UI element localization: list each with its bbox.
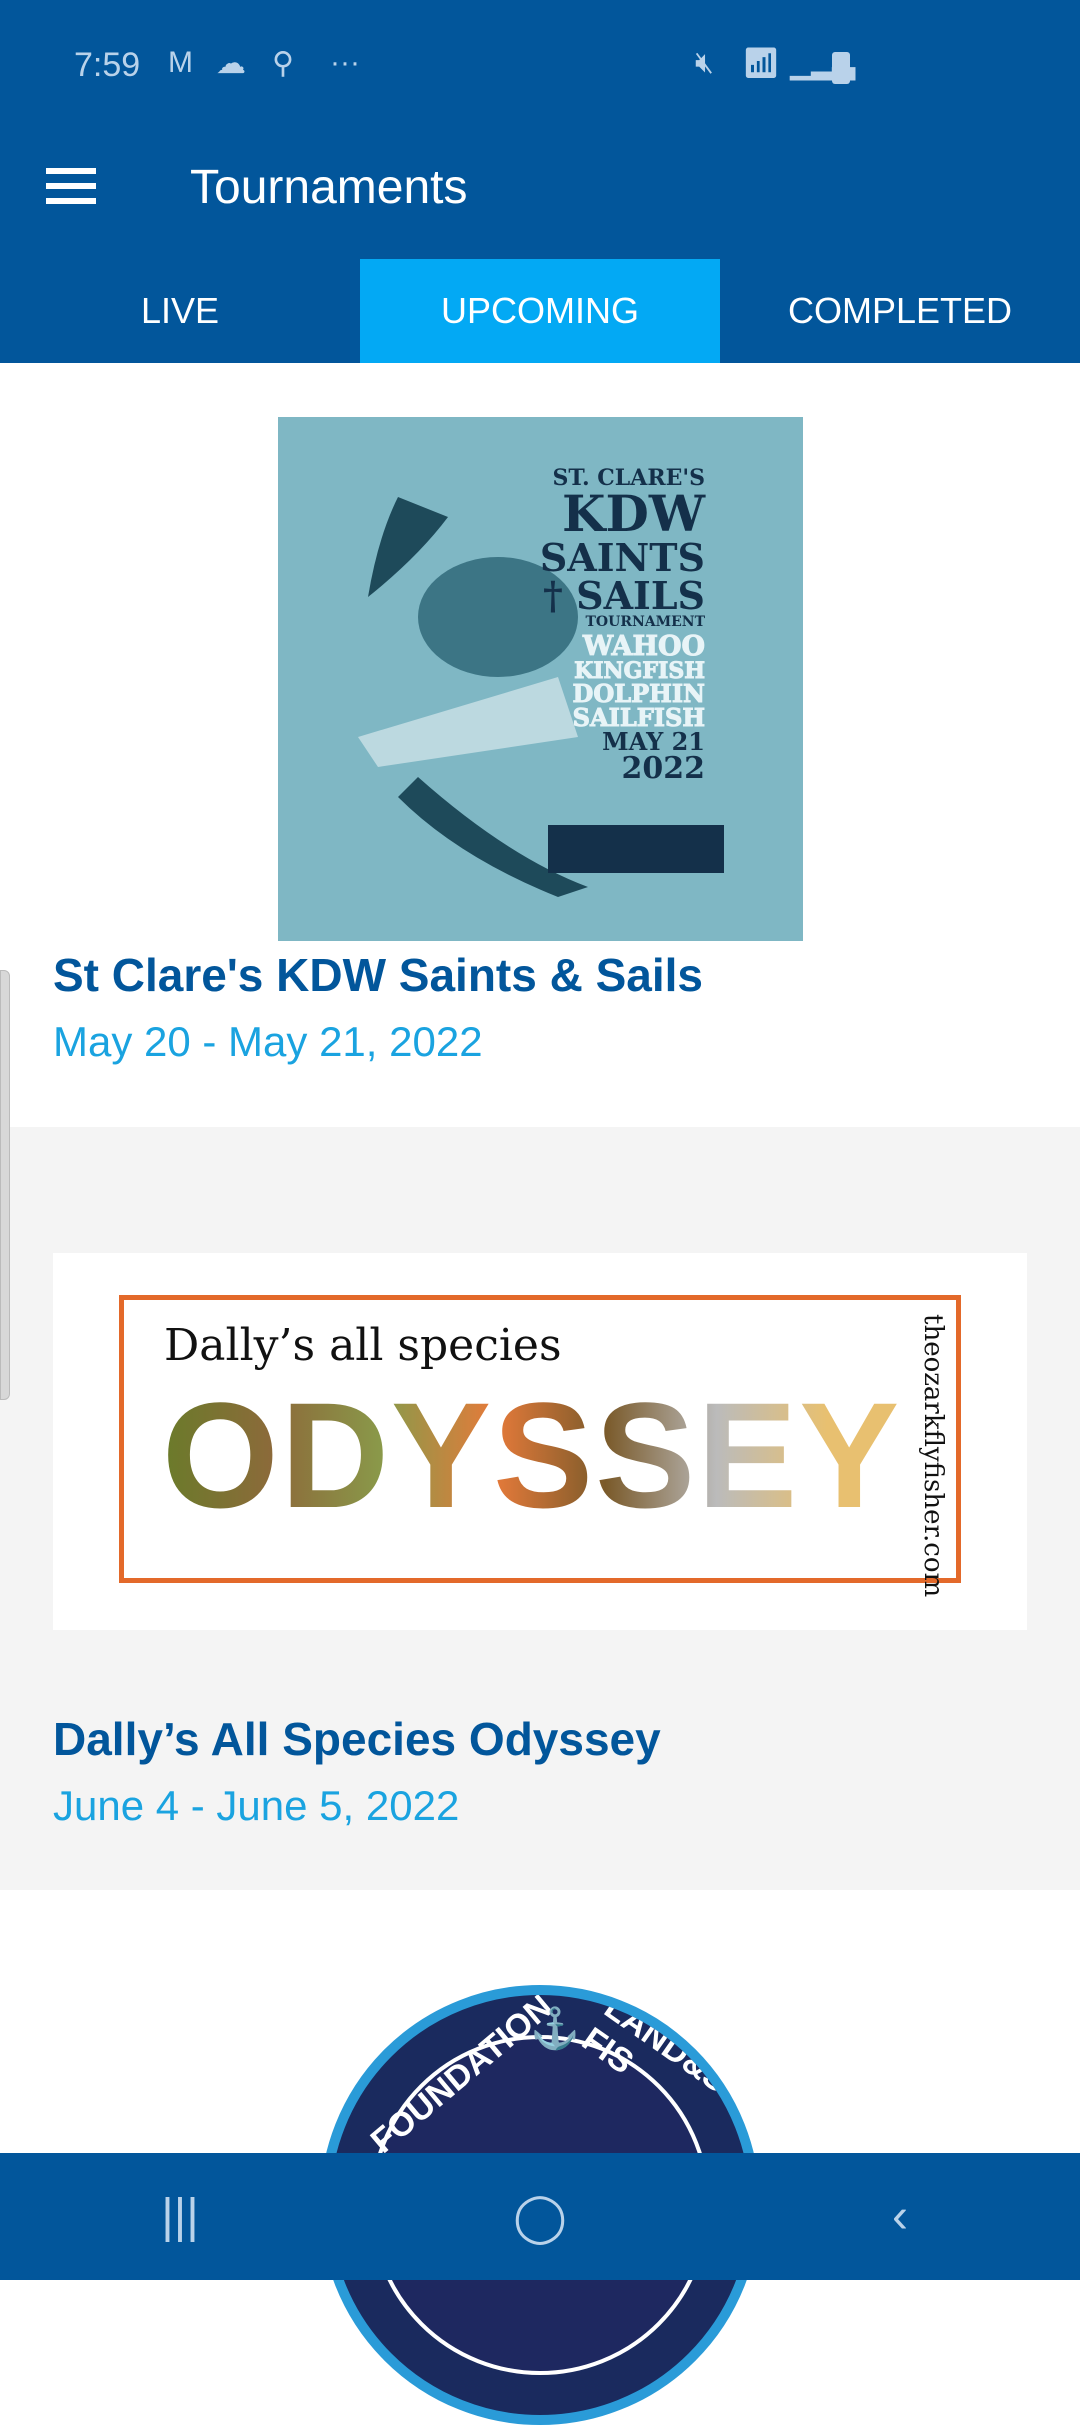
system-nav-bar: ||| ◯ ‹ [0, 2153, 1080, 2280]
tournament-card[interactable]: Dally’s all species ODYSSEY theozarkflyf… [0, 1127, 1080, 1890]
home-button[interactable]: ◯ [440, 2189, 640, 2245]
gmail-icon: M [168, 46, 193, 79]
tab-upcoming[interactable]: UPCOMING [360, 259, 720, 363]
tab-bar: LIVE UPCOMING COMPLETED [0, 259, 1080, 363]
back-button[interactable]: ‹ [800, 2189, 1000, 2244]
anchor-icon: ⚓ [530, 2007, 580, 2051]
page-title: Tournaments [190, 161, 468, 214]
hamburger-icon[interactable] [46, 168, 96, 204]
more-icon: ··· [330, 46, 360, 79]
poster-text: ST. CLARE'S KDW SAINTS † SAILS TOURNAMEN… [539, 465, 706, 786]
edge-panel-handle[interactable] [0, 970, 10, 1400]
status-bar: 7:59 M ☁ ⚲ ··· 🔇︎ 📶︎ ▁▂▃ [0, 42, 1080, 92]
recent-apps-button[interactable]: ||| [80, 2189, 280, 2244]
tournament-dates: May 20 - May 21, 2022 [53, 1018, 483, 1065]
tab-completed[interactable]: COMPLETED [720, 259, 1080, 363]
tab-live[interactable]: LIVE [0, 259, 360, 363]
odyssey-banner: Dally’s all species ODYSSEY theozarkflyf… [119, 1295, 961, 1597]
status-time: 7:59 [74, 46, 141, 84]
tournament-title: St Clare's KDW Saints & Sails [53, 949, 704, 1001]
app-bar: 7:59 M ☁ ⚲ ··· 🔇︎ 📶︎ ▁▂▃ Tournaments LIV… [0, 0, 1080, 363]
mute-icon: 🔇︎ [695, 46, 714, 79]
location-icon: ⚲ [272, 47, 294, 80]
tournament-title: Dally’s All Species Odyssey [53, 1713, 661, 1765]
tournament-poster: ST. CLARE'S KDW SAINTS † SAILS TOURNAMEN… [278, 417, 803, 941]
battery-icon [832, 52, 850, 84]
cloud-icon: ☁ [216, 47, 246, 80]
wifi-icon: 📶︎ [742, 47, 781, 80]
poster-bar [548, 825, 724, 873]
tournament-card[interactable]: ST. CLARE'S KDW SAINTS † SAILS TOURNAMEN… [0, 363, 1080, 1127]
tournament-poster: Dally’s all species ODYSSEY theozarkflyf… [53, 1253, 1027, 1630]
tournament-dates: June 4 - June 5, 2022 [53, 1782, 460, 1829]
